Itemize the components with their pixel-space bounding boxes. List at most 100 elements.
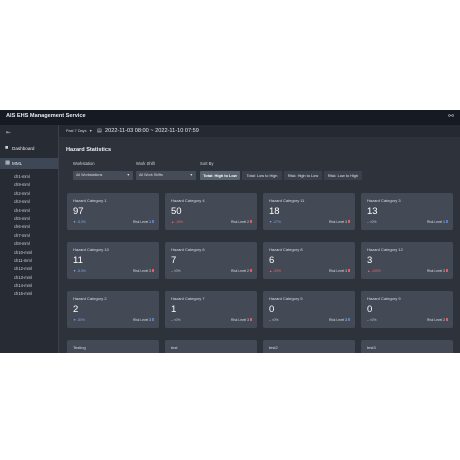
hazard-card[interactable]: Hazard Category 11 18 ▼ -27% Risk Level 3 xyxy=(263,193,355,230)
hazard-card-change-value: -8.3% xyxy=(77,220,86,224)
sidebar-station-item[interactable]: ch3-mml xyxy=(14,198,32,206)
hazard-card[interactable]: Hazard Category 8 6 ▲ -33% Risk Level 3 xyxy=(263,242,355,279)
sort-total-high-to-low-button[interactable]: Total: High to Low xyxy=(200,171,240,180)
user-icon[interactable]: ⚯ xyxy=(448,112,454,120)
sidebar-item-label: Dashboard xyxy=(12,146,35,151)
sidebar-station-item[interactable]: ch12-mml xyxy=(14,265,32,273)
hazard-card-change: ▼ -8.3% xyxy=(73,269,86,273)
hazard-card-change: ▼ -8.3% xyxy=(73,220,86,224)
hazard-card[interactable]: test20 xyxy=(263,340,355,353)
main-content: Past 7 Days ▼ ▤ 2022-11-03 08:00 ~ 2022-… xyxy=(59,125,460,353)
hazard-card[interactable]: Hazard Category 9 0 – <0% Risk Level 2 xyxy=(361,291,453,328)
date-range-text[interactable]: 2022-11-03 08:00 ~ 2022-11-10 07:59 xyxy=(105,128,199,134)
hazard-card-risk: Risk Level 3 xyxy=(231,318,252,322)
hazard-card-change: – <0% xyxy=(269,318,278,322)
sort-risk-low-to-high-button[interactable]: Risk: Low to High xyxy=(324,171,362,180)
hazard-card-risk: Risk Level 1 xyxy=(427,220,448,224)
sidebar-station-item[interactable]: ch2-mml xyxy=(14,190,32,198)
sidebar-collapse-icon[interactable]: ⇤ xyxy=(6,129,11,136)
sidebar-item-label: MML xyxy=(12,161,23,166)
section-title: Hazard Statistics xyxy=(66,147,112,153)
work-shift-select-value: All Work Shifts xyxy=(139,173,163,177)
calendar-icon[interactable]: ▤ xyxy=(97,128,102,134)
hazard-card-risk: Risk Level 3 xyxy=(329,220,350,224)
hazard-card-title: Testing xyxy=(73,345,86,350)
hazard-card-title: Hazard Category 3 xyxy=(367,198,401,203)
hazard-card[interactable]: Hazard Category 1 97 ▼ -8.3% Risk Level 1 xyxy=(67,193,159,230)
hazard-card-risk: Risk Level 2 xyxy=(231,220,252,224)
risk-level-indicator xyxy=(250,269,252,273)
sidebar-station-item[interactable]: ch7-mml xyxy=(14,232,32,240)
risk-level-indicator xyxy=(446,269,448,273)
hazard-card[interactable]: test0 xyxy=(165,340,257,353)
sidebar-station-item[interactable]: ch6-mml xyxy=(14,223,32,231)
date-range-select[interactable]: Past 7 Days ▼ xyxy=(66,128,92,134)
hazard-card-change-value: -15% xyxy=(175,220,183,224)
hazard-card-risk: Risk Level 3 xyxy=(427,269,448,273)
hazard-card-count: 13 xyxy=(367,206,378,217)
hazard-card-change-value: -100% xyxy=(371,269,381,273)
app-window: AIS EHS Management Service ⚯ ⇤ ■ Dashboa… xyxy=(0,110,460,353)
hazard-card-risk: Risk Level 3 xyxy=(329,269,350,273)
hazard-card-change: – <0% xyxy=(367,220,376,224)
hazard-card[interactable]: Hazard Category 5 0 – <0% Risk Level 3 xyxy=(263,291,355,328)
hazard-card-count: 18 xyxy=(269,206,280,217)
hazard-card-change-value: -27% xyxy=(273,220,281,224)
risk-level-indicator xyxy=(446,220,448,224)
sidebar: ⇤ ■ Dashboard ▦ MML ch1-mml ch9-mml ch2-mm… xyxy=(0,125,59,353)
hazard-card-count: 0 xyxy=(269,304,275,315)
sidebar-station-item[interactable]: ch9-mml xyxy=(14,181,32,189)
hazard-card-risk-label: Risk Level 3 xyxy=(329,269,347,273)
risk-level-indicator xyxy=(348,220,350,224)
sidebar-station-item[interactable]: ch4-mml xyxy=(14,207,32,215)
sidebar-station-item[interactable]: ch15-mml xyxy=(14,290,32,298)
sort-risk-high-to-low-button[interactable]: Risk: High to Low xyxy=(284,171,322,180)
sidebar-station-item[interactable]: ch10-mml xyxy=(14,249,32,257)
sort-total-low-to-high-button[interactable]: Total: Low to High xyxy=(242,171,282,180)
workstation-label: Workstation xyxy=(73,161,95,166)
sidebar-station-item[interactable]: ch14-mml xyxy=(14,282,32,290)
hazard-card-change: ▲ -15% xyxy=(171,220,183,224)
hazard-card-count: 6 xyxy=(269,255,275,266)
app-title: AIS EHS Management Service xyxy=(6,113,86,119)
hazard-card[interactable]: Hazard Category 10 11 ▼ -8.3% Risk Level 3 xyxy=(67,242,159,279)
hazard-card[interactable]: Testing0 xyxy=(67,340,159,353)
hazard-card[interactable]: test30 xyxy=(361,340,453,353)
hazard-card[interactable]: Hazard Category 7 1 – <0% Risk Level 3 xyxy=(165,291,257,328)
hazard-card-risk-label: Risk Level 2 xyxy=(231,220,249,224)
risk-level-indicator xyxy=(152,269,154,273)
date-toolbar: Past 7 Days ▼ ▤ 2022-11-03 08:00 ~ 2022-… xyxy=(59,125,460,137)
hazard-card-risk-label: Risk Level 1 xyxy=(133,220,151,224)
title-bar: AIS EHS Management Service ⚯ xyxy=(0,110,460,125)
hazard-card-title: test3 xyxy=(367,345,376,350)
hazard-card-count: 50 xyxy=(171,206,182,217)
hazard-card[interactable]: Hazard Category 6 7 – <0% Risk Level 2 xyxy=(165,242,257,279)
hazard-card-count: 3 xyxy=(367,255,373,266)
chevron-down-icon: ▼ xyxy=(126,173,130,177)
sidebar-station-item[interactable]: ch5-mml xyxy=(14,215,32,223)
hazard-card-change: ▼ -27% xyxy=(269,220,281,224)
work-shift-label: Work Shift xyxy=(136,161,155,166)
sidebar-station-item[interactable]: ch1-mml xyxy=(14,173,32,181)
risk-level-indicator xyxy=(348,318,350,322)
hazard-card-change-value: <0% xyxy=(173,318,181,322)
sidebar-item-mml[interactable]: ▦ MML xyxy=(0,158,58,169)
hazard-card-count: 11 xyxy=(73,255,83,266)
sidebar-item-dashboard[interactable]: ■ Dashboard xyxy=(0,143,58,154)
hazard-card-risk-label: Risk Level 3 xyxy=(427,269,445,273)
work-shift-select[interactable]: All Work Shifts ▼ xyxy=(136,171,196,180)
sidebar-station-item[interactable]: ch13-mml xyxy=(14,274,32,282)
hazard-card-change-value: -80% xyxy=(77,318,85,322)
hazard-card-title: Hazard Category 5 xyxy=(269,296,303,301)
hazard-card[interactable]: Hazard Category 3 13 – <0% Risk Level 1 xyxy=(361,193,453,230)
hazard-card[interactable]: Hazard Category 12 3 ▲ -100% Risk Level 3 xyxy=(361,242,453,279)
hazard-card-risk-label: Risk Level 3 xyxy=(133,269,151,273)
hazard-card-change-value: <0% xyxy=(369,318,377,322)
hazard-card[interactable]: Hazard Category 4 50 ▲ -15% Risk Level 2 xyxy=(165,193,257,230)
hazard-card-change-value: <0% xyxy=(271,318,279,322)
workstation-select[interactable]: All Workstations ▼ xyxy=(73,171,133,180)
hazard-card[interactable]: Hazard Category 2 2 ▼ -80% Risk Level 3 xyxy=(67,291,159,328)
hazard-card-title: Hazard Category 7 xyxy=(171,296,205,301)
sidebar-station-item[interactable]: ch8-mml xyxy=(14,240,32,248)
sidebar-station-item[interactable]: ch11-mml xyxy=(14,257,32,265)
